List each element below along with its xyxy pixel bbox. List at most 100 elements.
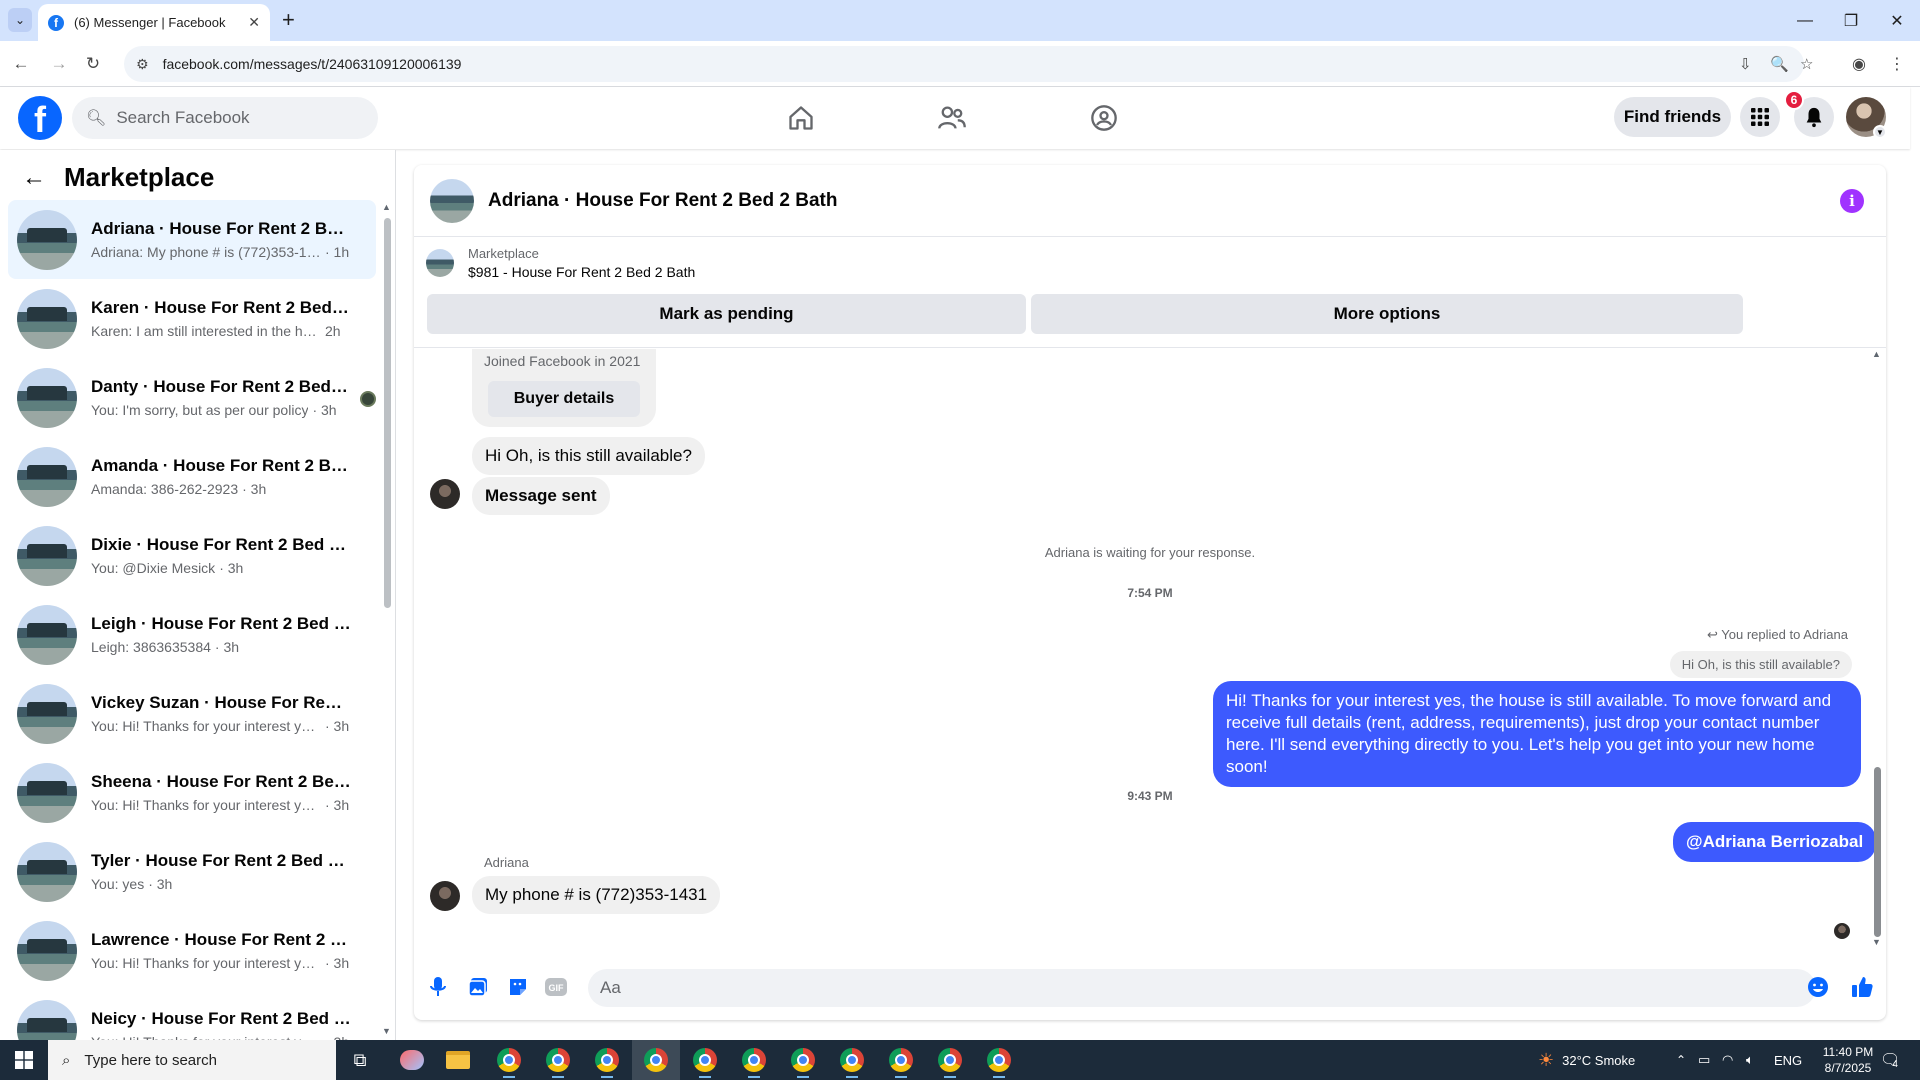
minimize-button[interactable]: — xyxy=(1782,0,1828,41)
start-button[interactable] xyxy=(0,1040,48,1080)
listing-avatar[interactable] xyxy=(430,178,474,223)
clock[interactable]: 11:40 PM 8/7/2025 xyxy=(1808,1040,1888,1080)
adriana-avatar[interactable] xyxy=(430,881,460,911)
buyer-details-button[interactable]: Buyer details xyxy=(488,381,640,417)
conversation-meta: You: Hi! Thanks for your interest yes, t… xyxy=(91,797,351,813)
scroll-down-arrow[interactable]: ▼ xyxy=(382,1026,391,1036)
taskbar-app-chrome[interactable] xyxy=(789,1046,817,1078)
outgoing-mention-message[interactable]: @Adriana Berriozabal xyxy=(1673,822,1877,862)
emoji-button[interactable] xyxy=(1806,975,1830,999)
incoming-message[interactable]: My phone # is (772)353-1431 xyxy=(472,876,721,914)
conversation-item[interactable]: Tyler · House For Rent 2 Bed 2 Bath You: … xyxy=(8,832,376,911)
conversation-text: Sheena · House For Rent 2 Bed 2 Bath You:… xyxy=(91,772,351,813)
taskbar-app-chrome[interactable] xyxy=(691,1046,719,1078)
facebook-logo[interactable]: f xyxy=(18,96,62,140)
close-tab-icon[interactable]: ✕ xyxy=(248,14,260,31)
conversation-item[interactable]: Vickey Suzan · House For Rent 2 Bed 2 Ba… xyxy=(8,674,376,753)
incoming-message[interactable]: Hi Oh, is this still available? xyxy=(472,437,705,475)
grid-menu-icon xyxy=(1751,108,1769,126)
more-options-button[interactable]: More options xyxy=(1031,294,1743,334)
send-like-button[interactable] xyxy=(1850,975,1874,999)
install-app-icon[interactable]: ⇩ xyxy=(1739,46,1752,82)
forward-button[interactable]: → xyxy=(46,51,72,77)
browser-menu-button[interactable]: ⋮ xyxy=(1884,51,1910,77)
facebook-search-input[interactable] xyxy=(116,108,357,128)
meet-now-icon[interactable]: ▭ xyxy=(1698,1040,1710,1080)
tray-overflow-button[interactable]: ⌃ xyxy=(1676,1040,1686,1080)
conversation-item[interactable]: Neicy · House For Rent 2 Bed 2 BathYou: … xyxy=(8,990,376,1040)
home-nav-button[interactable] xyxy=(781,98,821,138)
incoming-message[interactable]: Message sent xyxy=(472,477,610,515)
info-icon[interactable]: i xyxy=(1840,189,1864,213)
weather-widget[interactable]: ☀ 32°C Smoke xyxy=(1538,1040,1635,1080)
conversation-item[interactable]: Danty · House For Rent 2 Bed 2 Bath You: … xyxy=(8,358,376,437)
conversation-item[interactable]: Sheena · House For Rent 2 Bed 2 Bath You:… xyxy=(8,753,376,832)
conversation-title[interactable]: Adriana · House For Rent 2 Bed 2 Bath xyxy=(488,190,837,212)
replied-to-text: You replied to Adriana xyxy=(1721,627,1848,642)
taskbar-app-chrome-active[interactable] xyxy=(632,1040,680,1080)
conversation-item[interactable]: Amanda · House For Rent 2 Bed 2 Bath Aman… xyxy=(8,437,376,516)
notification-count: 4 xyxy=(1892,1058,1898,1070)
taskbar-app-chrome[interactable] xyxy=(985,1046,1013,1078)
conversation-list-scrollbar[interactable] xyxy=(384,218,391,608)
message-thread-scrollbar[interactable] xyxy=(1874,767,1881,937)
scroll-up-arrow[interactable]: ▲ xyxy=(1872,349,1881,359)
conversation-item[interactable]: Lawrence · House For Rent 2 Bed 2 Bath Yo… xyxy=(8,911,376,990)
taskbar-app-chrome[interactable] xyxy=(887,1046,915,1078)
taskbar-search[interactable]: ⌕ Type here to search xyxy=(48,1040,336,1080)
conversation-item[interactable]: Adriana · House For Rent 2 Bed 2 Bath Adr… xyxy=(8,200,376,279)
browser-tab-messenger[interactable]: f (6) Messenger | Facebook ✕ xyxy=(38,4,270,41)
conversation-item[interactable]: Leigh · House For Rent 2 Bed 2 Bath Leigh… xyxy=(8,595,376,674)
voice-clip-button[interactable] xyxy=(426,975,450,999)
friends-nav-button[interactable] xyxy=(932,98,972,138)
conversation-item[interactable]: Dixie · House For Rent 2 Bed 2 Bath You: … xyxy=(8,516,376,595)
network-icon[interactable]: ◠ xyxy=(1722,1040,1733,1080)
profile-button[interactable]: ◉ xyxy=(1846,51,1872,77)
task-view-button[interactable]: ⧉ xyxy=(346,1046,374,1074)
facebook-search[interactable]: 🔍︎ xyxy=(72,97,378,139)
reload-button[interactable]: ↻ xyxy=(80,51,106,77)
chevron-down-icon[interactable]: ▼ xyxy=(1873,125,1887,139)
quoted-message[interactable]: Hi Oh, is this still available? xyxy=(1669,651,1852,678)
bookmark-star-icon[interactable]: ☆ xyxy=(1800,46,1813,82)
taskbar-app-chrome[interactable] xyxy=(544,1046,572,1078)
site-info-icon[interactable]: ⚙ xyxy=(136,56,149,73)
new-tab-button[interactable]: + xyxy=(282,8,295,32)
taskbar-app-chrome[interactable] xyxy=(936,1046,964,1078)
tab-search-button[interactable]: ⌄ xyxy=(8,8,32,32)
scroll-down-arrow[interactable]: ▼ xyxy=(1872,937,1881,947)
taskbar-app-chrome[interactable] xyxy=(740,1046,768,1078)
action-center-button[interactable]: 🗨︎ 4 xyxy=(1880,1040,1900,1080)
taskbar-app-chrome[interactable] xyxy=(495,1046,523,1078)
taskbar-app-chrome[interactable] xyxy=(838,1046,866,1078)
outgoing-message[interactable]: Hi! Thanks for your interest yes, the ho… xyxy=(1213,681,1861,787)
sticker-button[interactable] xyxy=(506,975,530,999)
close-window-button[interactable]: ✕ xyxy=(1874,0,1920,41)
mark-as-pending-button[interactable]: Mark as pending xyxy=(427,294,1026,334)
input-language[interactable]: ENG xyxy=(1774,1040,1802,1080)
taskbar-app-file-explorer[interactable] xyxy=(444,1046,472,1074)
message-input-box[interactable] xyxy=(588,969,1816,1007)
back-button[interactable]: ← xyxy=(8,51,34,77)
find-friends-button[interactable]: Find friends xyxy=(1614,97,1731,137)
marketplace-header: ← Marketplace xyxy=(22,162,214,193)
taskbar-app-chrome[interactable] xyxy=(593,1046,621,1078)
zoom-icon[interactable]: 🔍 xyxy=(1770,46,1789,82)
attach-photo-button[interactable] xyxy=(466,975,490,999)
listing-info[interactable]: Marketplace $981 - House For Rent 2 Bed … xyxy=(426,246,695,280)
taskbar-app-messenger[interactable] xyxy=(398,1046,426,1074)
conversation-item[interactable]: Karen · House For Rent 2 Bed 2 Bath Karen… xyxy=(8,279,376,358)
address-bar[interactable]: ⚙ facebook.com/messages/t/24063109120006… xyxy=(124,46,1813,82)
menu-button[interactable] xyxy=(1740,97,1780,137)
scroll-up-arrow[interactable]: ▲ xyxy=(382,202,391,212)
chrome-icon xyxy=(693,1048,717,1072)
volume-icon[interactable]: 🔈︎ xyxy=(1746,1040,1754,1080)
conversation-text: Leigh · House For Rent 2 Bed 2 Bath Leigh… xyxy=(91,614,351,655)
adriana-avatar[interactable] xyxy=(430,479,460,509)
groups-nav-button[interactable] xyxy=(1084,98,1124,138)
arrow-left-icon[interactable]: ← xyxy=(22,164,46,192)
chrome-icon xyxy=(546,1048,570,1072)
restore-button[interactable]: ❐ xyxy=(1828,0,1874,41)
message-input[interactable] xyxy=(600,978,1750,998)
gif-button[interactable]: GIF xyxy=(544,975,568,999)
